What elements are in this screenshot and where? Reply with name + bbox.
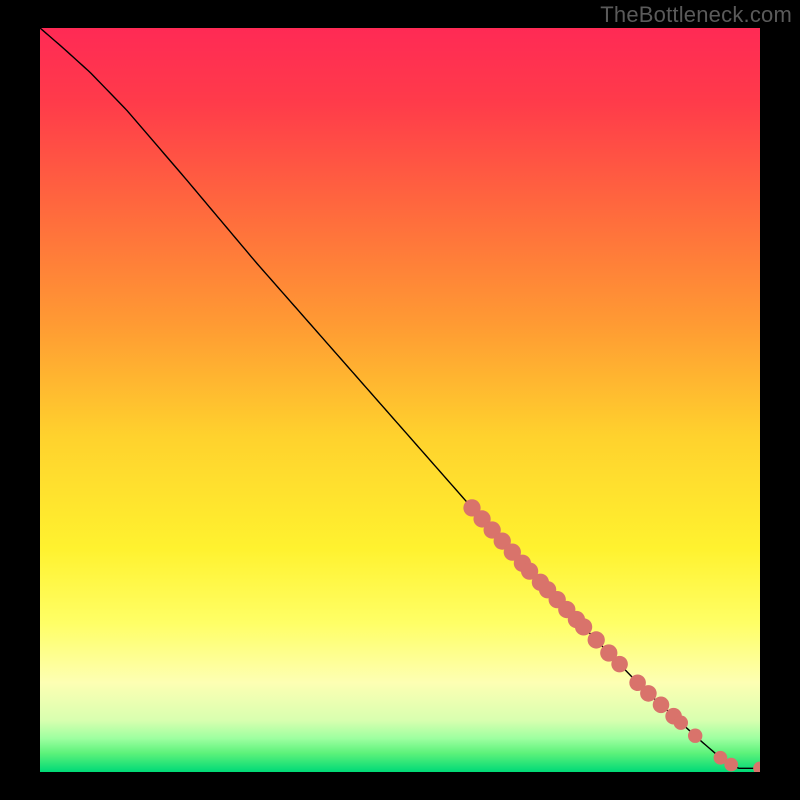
data-point: [640, 685, 657, 702]
chart-svg: [40, 28, 760, 772]
data-point: [575, 618, 592, 635]
data-point: [588, 631, 605, 648]
data-point: [674, 716, 688, 730]
data-point: [611, 656, 628, 673]
chart-plot-area: [40, 28, 760, 772]
chart-stage: TheBottleneck.com: [0, 0, 800, 800]
data-point: [724, 758, 738, 772]
data-point: [688, 729, 702, 743]
gradient-background: [40, 28, 760, 772]
data-point: [653, 697, 670, 714]
watermark-text: TheBottleneck.com: [600, 2, 792, 28]
